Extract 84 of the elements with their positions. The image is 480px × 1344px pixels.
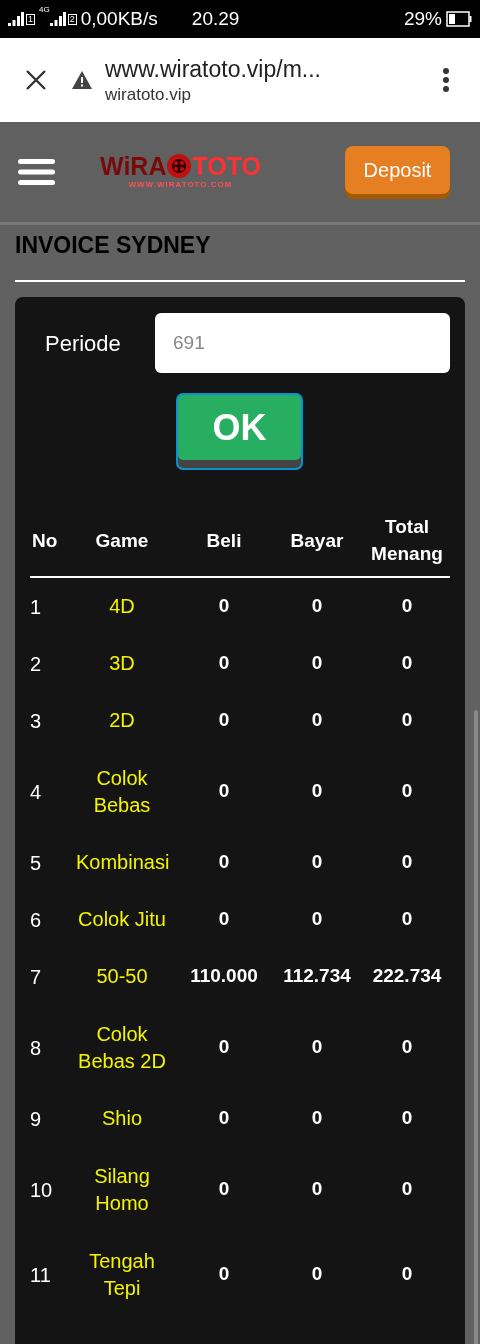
table-cell-text: 0 — [310, 1262, 324, 1287]
table-cell-text: 0 — [310, 1035, 324, 1060]
game-name: Colok Jitu — [77, 907, 167, 932]
game-name: 2D — [108, 708, 136, 733]
close-icon[interactable] — [25, 69, 47, 91]
table-cell-text: 110.000 — [189, 964, 259, 989]
network-type: 4G — [39, 6, 50, 14]
logo-text: TOTO — [192, 153, 261, 179]
table-cell-text: 0 — [217, 850, 231, 875]
periode-field[interactable]: 691 — [155, 313, 450, 373]
table-cell-text: 0 — [400, 651, 414, 676]
table-cell-text: 3 — [30, 708, 43, 734]
signal-icon — [8, 12, 24, 26]
logo-tagline: WWW.WIRATOTO.COM — [128, 179, 233, 191]
game-name: 3D — [108, 651, 136, 676]
table-cell-text: 0 — [400, 594, 414, 619]
game-name: Shio — [101, 1106, 143, 1131]
table-cell-text: 0 — [217, 1177, 231, 1202]
table-cell-text: 0 — [217, 594, 231, 619]
menu-icon[interactable] — [18, 159, 55, 185]
page-title: INVOICE SYDNEY — [15, 231, 212, 260]
ok-button[interactable]: OK — [176, 393, 303, 470]
site-logo[interactable]: WiRA TOTO WWW.WIRATOTO.COM — [100, 153, 261, 191]
periode-label: Periode — [44, 329, 122, 358]
table-cell-text: 4 — [30, 779, 43, 805]
table-cell-text: 0 — [217, 1262, 231, 1287]
table-cell-text: 0 — [217, 907, 231, 932]
table-cell-text: 0 — [310, 1106, 324, 1131]
chip-icon — [166, 153, 193, 179]
table-cell-text: 0 — [400, 850, 414, 875]
table-cell-text: 0 — [400, 1177, 414, 1202]
table-cell-text: 0 — [310, 850, 324, 875]
table-cell-text: 0 — [310, 594, 324, 619]
table-cell-text: 0 — [400, 1106, 414, 1131]
table-cell-text: 0 — [400, 708, 414, 733]
table-cell-text: 0 — [217, 1035, 231, 1060]
table-cell-text: 0 — [217, 1106, 231, 1131]
table-cell-text: 222.734 — [371, 964, 443, 989]
table-cell-text: 0 — [217, 651, 231, 676]
column-header: Bayar — [289, 528, 345, 553]
domain-text: wiratoto.vip — [105, 83, 192, 105]
column-header: No — [31, 528, 59, 553]
table-cell-text: 0 — [310, 907, 324, 932]
table-cell-text: 10 — [30, 1177, 54, 1203]
game-name: 50-50 — [95, 964, 149, 989]
game-name: Colok Bebas — [92, 765, 152, 818]
table-cell-text: 8 — [30, 1035, 43, 1061]
column-header: Total Menang — [370, 515, 444, 566]
table-cell-text: 6 — [30, 907, 43, 933]
table-cell-text: 0 — [400, 1262, 414, 1287]
table-cell-text: 0 — [310, 708, 324, 733]
column-header: Game — [94, 528, 150, 553]
game-name: 4D — [108, 594, 136, 619]
table-cell-text: 11 — [30, 1262, 52, 1288]
table-cell-text: 0 — [310, 1177, 324, 1202]
table-cell-text: 0 — [400, 1035, 414, 1060]
signal-icon — [49, 12, 66, 26]
table-cell-text: 1 — [30, 594, 43, 620]
warning-icon[interactable] — [71, 70, 93, 90]
network-speed: 0,00KB/s — [80, 6, 158, 31]
table-cell-text: 0 — [310, 651, 324, 676]
game-name: Colok Bebas 2D — [77, 1021, 167, 1074]
game-name: Tengah Tepi — [88, 1248, 156, 1301]
sim-indicator: 2 — [67, 13, 77, 25]
clock: 20.29 — [191, 6, 240, 31]
logo-text: WiRA — [100, 153, 167, 179]
sim-indicator: 1 — [26, 13, 35, 25]
url-text[interactable]: www.wiratoto.vip/m... — [105, 55, 321, 84]
table-cell-text: 5 — [30, 850, 43, 876]
game-name: Silang Homo — [93, 1163, 151, 1216]
battery-level: 29% — [403, 6, 442, 31]
table-cell-text: 0 — [310, 779, 324, 804]
table-cell-text: 9 — [30, 1106, 43, 1132]
table-cell-text: 0 — [400, 779, 414, 804]
battery-icon — [446, 11, 472, 27]
table-cell-text: 0 — [217, 779, 231, 804]
table-cell-text: 0 — [217, 708, 231, 733]
table-cell-text: 7 — [30, 964, 43, 990]
more-icon[interactable] — [442, 67, 450, 93]
table-cell-text: 112.734 — [282, 964, 352, 989]
game-name: Kombinasi — [75, 850, 171, 875]
table-cell-text: 2 — [30, 651, 43, 677]
column-header: Beli — [205, 528, 243, 553]
table-cell-text: 0 — [400, 907, 414, 932]
